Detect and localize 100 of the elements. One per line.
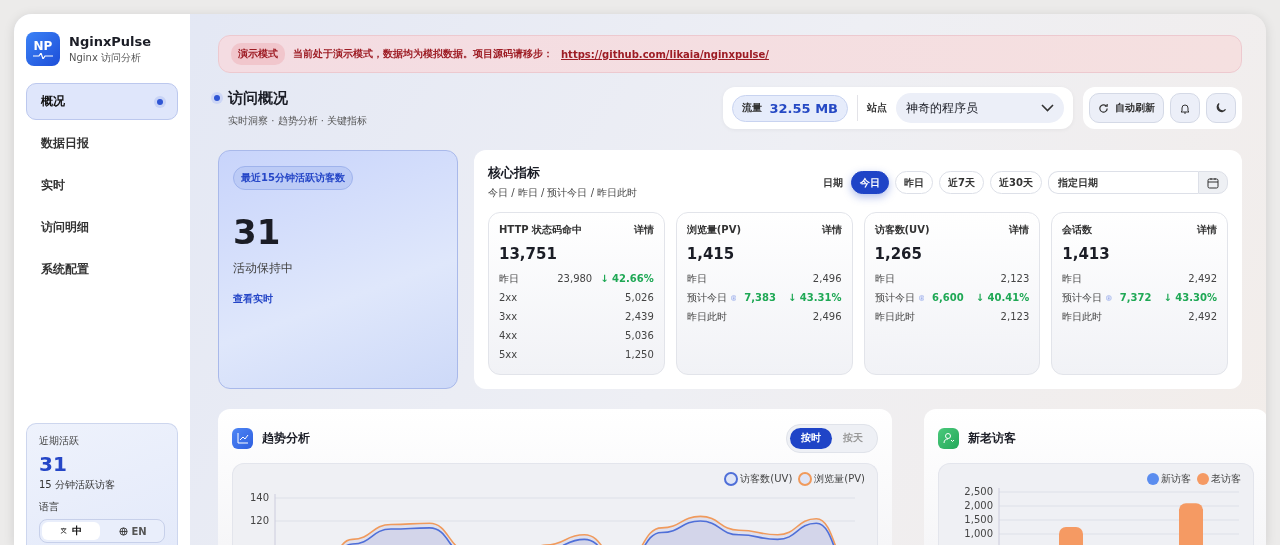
notification-button[interactable] [1170,93,1200,123]
date-range-button[interactable]: 近7天 [939,171,985,194]
change-value: ↓ 43.30% [1163,292,1217,303]
sidebar-item[interactable]: 数据日报 [26,125,178,162]
sidebar-item[interactable]: 系统配置 [26,251,178,288]
auto-refresh-button[interactable]: 自动刷新 [1089,93,1164,123]
sidebar-item[interactable]: 概况 [26,83,178,120]
banner-message: 当前处于演示模式，数据均为模拟数据。项目源码请移步： [293,47,553,61]
metric-row-label: 昨日 [874,271,895,286]
date-label: 日期 [823,175,844,190]
change-value: ↓ 40.41% [975,292,1030,303]
moon-icon [1215,102,1227,114]
refresh-icon [1098,102,1109,114]
axis-tick-label: 2,000 [964,500,993,511]
metric-row-value: 2,123 [1000,273,1030,284]
metric-title: 会话数 [1062,223,1093,237]
metric-row-value: 2,492 [1188,273,1217,284]
metric-row-value: 2,496 [812,273,842,284]
metric-row-value: 23,980 [557,273,593,284]
site-select[interactable]: 神奇的程序员 [896,93,1064,123]
bar [1059,527,1083,545]
metric-value: 13,751 [499,245,558,263]
details-link[interactable]: 详情 [633,223,654,237]
date-range-button[interactable]: 昨日 [895,171,934,194]
metric-row-value: 2,496 [812,311,842,322]
axis-tick-label: 140 [249,492,269,503]
legend-item[interactable]: 访客数(UV) [724,472,793,486]
language-option[interactable]: EN [104,522,162,540]
page-title: 访问概况 [228,88,288,108]
metric-value: 1,265 [874,245,923,263]
metric-row-label: 昨日 [499,271,519,286]
legend-item[interactable]: 老访客 [1197,472,1241,486]
active-badge: 最近15分钟活跃访客数 [233,166,353,190]
metric-value: 1,413 [1062,245,1111,263]
axis-tick-label: 1,000 [964,528,993,539]
sidebar-item[interactable]: 实时 [26,167,178,204]
metric-row-label: 昨日 [686,271,707,286]
view-realtime-link[interactable]: 查看实时 [233,292,273,306]
details-link[interactable]: 详情 [1009,223,1030,237]
activity-count: 31 [39,452,68,476]
metric-row-value: 1,250 [625,349,654,360]
activity-title: 近期活跃 [39,434,80,448]
metric-row-label: 5xx [499,349,518,360]
change-value: ↓ 42.66% [600,273,654,284]
app-logo: NP [26,32,60,66]
panel-title: 趋势分析 [262,429,310,447]
dark-mode-button[interactable] [1206,93,1236,123]
projected-value: 7,383 [744,292,776,303]
metric-row-label: 2xx [499,292,518,303]
app-name: NginxPulse [69,33,152,49]
section-title: 核心指标 [488,164,541,182]
metric-row-label: 昨日此时 [686,309,727,324]
details-link[interactable]: 详情 [821,223,842,237]
change-value: ↓ 43.31% [788,292,842,303]
chevron-down-icon [1041,104,1054,112]
date-range-button[interactable]: 今日 [851,171,890,194]
metric-row-label: 昨日 [1062,271,1083,286]
date-field[interactable]: 指定日期 [1048,171,1198,194]
legend-item[interactable]: 浏览量(PV) [798,472,865,486]
active-status: 活动保持中 [233,260,293,277]
metric-value: 1,415 [686,245,736,263]
active-count: 31 [233,212,281,252]
language-label: 语言 [39,500,60,514]
demo-badge: 演示模式 [231,43,285,65]
sidebar-item[interactable]: 访问明细 [26,209,178,246]
site-label: 站点 [867,101,887,115]
metric-row-value: 2,492 [1188,311,1217,322]
bar [1179,503,1203,545]
activity-caption: 15 分钟活跃访客 [39,478,116,492]
date-range-button[interactable]: 近30天 [990,171,1042,194]
projected-value: 7,372 [1119,292,1152,303]
section-subtitle: 今日 / 昨日 / 预计今日 / 昨日此时 [488,186,639,200]
details-link[interactable]: 详情 [1197,223,1217,237]
axis-tick-label: 2,500 [964,486,993,497]
metric-row-label: 昨日此时 [874,309,915,324]
repo-link[interactable]: https://github.com/likaia/nginxpulse/ [561,48,769,60]
metric-row-label: 预计今日 [686,290,727,305]
calendar-icon [1207,176,1219,189]
title-dot-icon [214,95,220,101]
axis-tick-label: 120 [249,515,269,526]
metric-row-label: 3xx [499,311,518,322]
projected-value: 6,600 [932,292,964,303]
metric-row-label: 昨日此时 [1062,309,1103,324]
metric-row-value: 2,439 [625,311,654,322]
metric-row-value: 2,123 [1000,311,1030,322]
metric-row-label: 4xx [499,330,518,341]
metric-row-value: 5,036 [625,330,654,341]
panel-title: 新老访客 [968,429,1016,447]
traffic-value: 32.55 MB [769,100,838,116]
language-option[interactable]: 中 [42,522,100,540]
metric-title: 访客数(UV) [874,223,930,237]
app-subtitle: Nginx 访问分析 [69,50,143,65]
traffic-label: 流量 [741,101,762,115]
metric-title: HTTP 状态码命中 [499,223,583,237]
legend-item[interactable]: 新访客 [1147,472,1191,486]
chart-icon [232,427,253,449]
calendar-button[interactable] [1198,171,1228,194]
user-icon [938,427,959,449]
metric-row-value: 5,026 [625,292,654,303]
mode-option[interactable]: 按时 [790,427,832,449]
